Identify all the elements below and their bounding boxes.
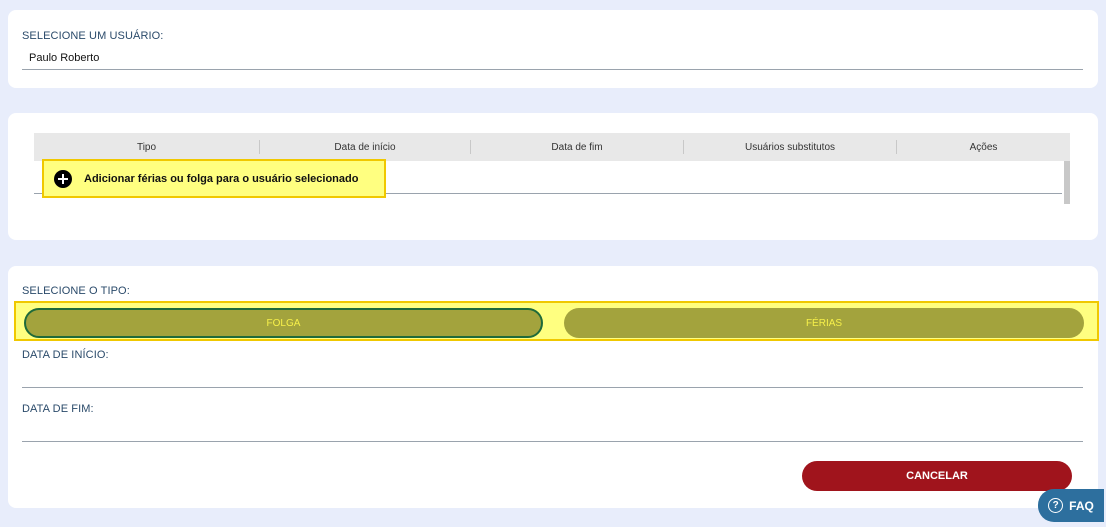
- user-select-underline: [22, 69, 1083, 70]
- column-header-acoes[interactable]: Ações: [897, 140, 1070, 154]
- column-header-data-fim[interactable]: Data de fim: [471, 140, 684, 154]
- column-header-usuarios-substitutos[interactable]: Usuários substitutos: [684, 140, 897, 154]
- faq-label: FAQ: [1069, 498, 1094, 513]
- table-scrollbar[interactable]: [1064, 161, 1070, 204]
- plus-circle-icon: [54, 169, 72, 188]
- add-leave-button[interactable]: Adicionar férias ou folga para o usuário…: [42, 159, 386, 198]
- table-header: Tipo Data de início Data de fim Usuários…: [34, 133, 1070, 161]
- start-date-label: DATA DE INÍCIO:: [22, 349, 109, 361]
- faq-button[interactable]: ? FAQ: [1038, 489, 1104, 522]
- user-select-input[interactable]: Paulo Roberto: [29, 52, 99, 64]
- type-option-folga[interactable]: FOLGA: [24, 308, 543, 338]
- add-leave-label: Adicionar férias ou folga para o usuário…: [84, 172, 359, 185]
- leave-table-card: Tipo Data de início Data de fim Usuários…: [8, 113, 1098, 240]
- type-toggle-group: FOLGA FÉRIAS: [14, 301, 1099, 341]
- column-header-data-inicio[interactable]: Data de início: [260, 140, 471, 154]
- user-select-card: SELECIONE UM USUÁRIO: Paulo Roberto: [8, 10, 1098, 88]
- end-date-input[interactable]: [22, 441, 1083, 442]
- type-select-label: SELECIONE O TIPO:: [22, 285, 130, 297]
- column-header-tipo[interactable]: Tipo: [34, 140, 260, 154]
- user-select-label: SELECIONE UM USUÁRIO:: [22, 30, 164, 42]
- help-icon: ?: [1048, 498, 1064, 513]
- leave-form-card: SELECIONE O TIPO: FOLGA FÉRIAS DATA DE I…: [8, 266, 1099, 508]
- start-date-input[interactable]: [22, 387, 1083, 388]
- end-date-label: DATA DE FIM:: [22, 403, 94, 415]
- leave-table: Tipo Data de início Data de fim Usuários…: [34, 133, 1070, 204]
- cancel-button[interactable]: CANCELAR: [802, 461, 1072, 491]
- type-option-ferias[interactable]: FÉRIAS: [564, 308, 1084, 338]
